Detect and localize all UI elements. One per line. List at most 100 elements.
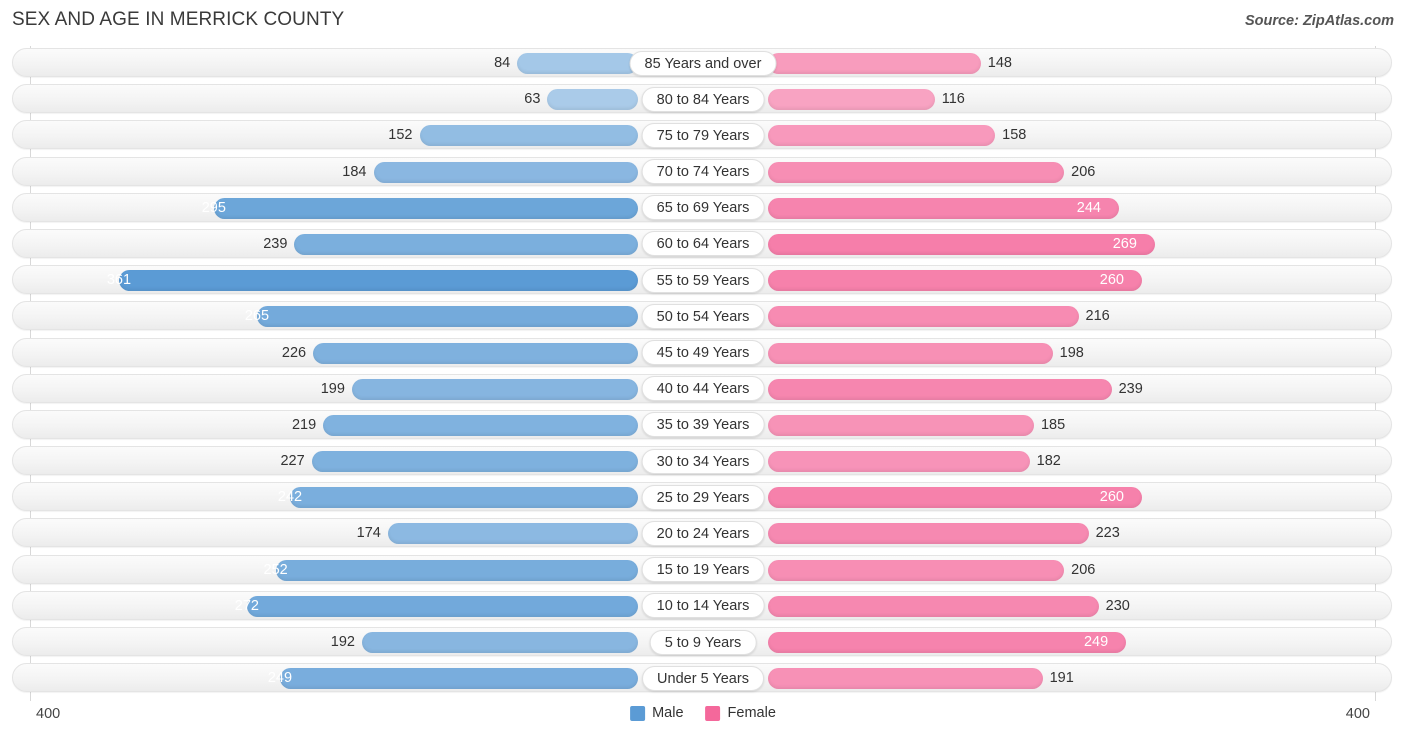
- bar-male[interactable]: [323, 414, 638, 436]
- value-male: 152: [388, 127, 413, 144]
- bar-female[interactable]: [768, 523, 1089, 545]
- bar-male[interactable]: [419, 125, 638, 147]
- bar-female[interactable]: [768, 559, 1065, 581]
- pyramid-row: 226 198 45 to 49 Years: [0, 336, 1406, 372]
- value-female: 158: [1002, 127, 1027, 144]
- value-female: 191: [1049, 670, 1074, 687]
- bar-male[interactable]: [119, 270, 638, 292]
- age-group-label[interactable]: 5 to 9 Years: [649, 629, 757, 655]
- bar-female[interactable]: [768, 125, 996, 147]
- age-group-label[interactable]: 15 to 19 Years: [641, 557, 765, 583]
- age-group-label[interactable]: 60 to 64 Years: [641, 231, 765, 257]
- bar-female[interactable]: [768, 306, 1079, 328]
- age-group-label[interactable]: 75 to 79 Years: [641, 122, 765, 148]
- bar-male[interactable]: [294, 233, 638, 255]
- bar-female[interactable]: [768, 414, 1034, 436]
- value-female: 244: [1076, 199, 1101, 216]
- value-male: 227: [280, 453, 305, 470]
- bar-male[interactable]: [275, 559, 638, 581]
- bar-male[interactable]: [247, 595, 638, 617]
- value-male: 239: [263, 235, 288, 252]
- value-male: 199: [320, 380, 345, 397]
- bar-male[interactable]: [362, 632, 638, 653]
- legend-female[interactable]: Female: [705, 705, 776, 721]
- bar-female[interactable]: [768, 487, 1142, 509]
- page-title: SEX AND AGE IN MERRICK COUNTY: [12, 9, 345, 30]
- bar-female[interactable]: [768, 595, 1099, 617]
- bar-male[interactable]: [373, 161, 638, 183]
- pyramid-row: 295 244 65 to 69 Years: [0, 191, 1406, 227]
- pyramid-row: 242 260 25 to 29 Years: [0, 480, 1406, 516]
- chart-footer: 400 400 Male Female: [0, 700, 1406, 740]
- age-group-label[interactable]: 85 Years and over: [629, 50, 777, 76]
- pyramid-row: 265 216 50 to 54 Years: [0, 299, 1406, 335]
- bar-female[interactable]: [768, 668, 1043, 690]
- bar-female[interactable]: [768, 632, 1126, 653]
- value-female: 230: [1105, 597, 1130, 614]
- legend-male[interactable]: Male: [630, 705, 684, 721]
- bar-male[interactable]: [517, 53, 638, 74]
- bar-male[interactable]: [213, 197, 638, 219]
- value-male: 361: [106, 272, 132, 289]
- age-group-label[interactable]: 45 to 49 Years: [641, 340, 765, 365]
- age-group-label[interactable]: 65 to 69 Years: [641, 195, 765, 221]
- legend-swatch-icon: [705, 705, 721, 721]
- value-female: 198: [1059, 344, 1084, 361]
- pyramid-row: 272 230 10 to 14 Years: [0, 589, 1406, 625]
- bar-male[interactable]: [387, 523, 638, 545]
- value-female: 260: [1099, 272, 1124, 289]
- bar-male[interactable]: [257, 306, 638, 328]
- age-group-label[interactable]: 35 to 39 Years: [641, 412, 765, 438]
- bar-female[interactable]: [768, 233, 1155, 255]
- age-group-label[interactable]: 25 to 29 Years: [641, 484, 765, 510]
- bar-male[interactable]: [547, 89, 638, 111]
- value-female: 182: [1036, 453, 1061, 470]
- bar-female[interactable]: [768, 53, 981, 74]
- pyramid-row: 199 239 40 to 44 Years: [0, 372, 1406, 408]
- age-group-label[interactable]: 40 to 44 Years: [641, 376, 765, 402]
- bar-female[interactable]: [768, 451, 1030, 473]
- age-group-label[interactable]: 80 to 84 Years: [641, 86, 765, 112]
- value-male: 63: [524, 91, 541, 108]
- bar-male[interactable]: [313, 342, 638, 364]
- age-group-label[interactable]: 70 to 74 Years: [641, 159, 765, 185]
- chart-plot-area: 84 148 85 Years and over 63 116 80 to 84 Year…: [0, 46, 1406, 701]
- value-male: 226: [281, 344, 307, 361]
- legend-swatch-icon: [630, 705, 646, 721]
- value-female: 260: [1099, 489, 1124, 506]
- value-male: 272: [234, 597, 259, 614]
- value-female: 148: [987, 55, 1012, 71]
- bar-female[interactable]: [768, 161, 1065, 183]
- bar-male[interactable]: [280, 668, 638, 690]
- pyramid-row: 252 206 15 to 19 Years: [0, 553, 1406, 589]
- value-female: 206: [1071, 163, 1096, 180]
- pyramid-row: 184 206 70 to 74 Years: [0, 155, 1406, 191]
- pyramid-row: 192 249 5 to 9 Years: [0, 625, 1406, 661]
- age-group-label[interactable]: 10 to 14 Years: [641, 593, 765, 619]
- value-male: 265: [244, 308, 270, 325]
- bar-female[interactable]: [768, 197, 1119, 219]
- bar-female[interactable]: [768, 89, 935, 111]
- value-male: 295: [201, 199, 226, 216]
- bar-female[interactable]: [768, 342, 1053, 364]
- bar-male[interactable]: [311, 451, 638, 473]
- age-group-label[interactable]: 20 to 24 Years: [641, 520, 765, 546]
- value-male: 184: [342, 163, 367, 180]
- bar-female[interactable]: [768, 378, 1112, 400]
- pyramid-row: 84 148 85 Years and over: [0, 46, 1406, 82]
- age-group-label[interactable]: Under 5 Years: [642, 665, 764, 691]
- legend-label: Male: [652, 705, 684, 721]
- value-male: 219: [291, 416, 317, 433]
- chart-legend: Male Female: [630, 705, 776, 721]
- age-group-label[interactable]: 50 to 54 Years: [641, 303, 765, 329]
- pyramid-row: 249 191 Under 5 Years: [0, 661, 1406, 697]
- age-group-label[interactable]: 30 to 34 Years: [641, 448, 765, 474]
- value-female: 239: [1118, 380, 1143, 397]
- age-group-label[interactable]: 55 to 59 Years: [641, 267, 765, 293]
- bar-female[interactable]: [768, 270, 1142, 292]
- bar-male[interactable]: [290, 487, 638, 509]
- bar-male[interactable]: [351, 378, 638, 400]
- value-female: 116: [941, 91, 965, 108]
- pyramid-rows: 84 148 85 Years and over 63 116 80 to 84 Year…: [0, 46, 1406, 697]
- value-female: 269: [1112, 235, 1137, 252]
